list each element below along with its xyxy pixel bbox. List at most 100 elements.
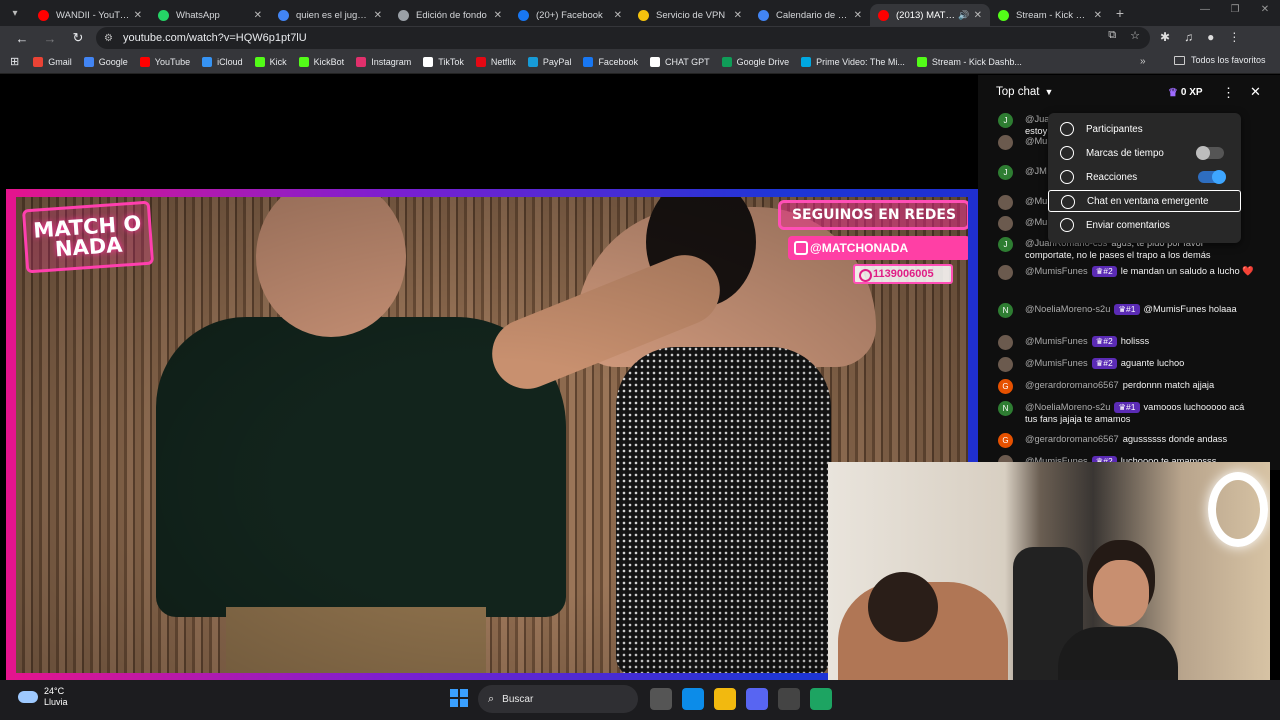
bookmark-item[interactable]: Facebook	[583, 56, 638, 67]
browser-tab[interactable]: quien es el jugador ✕	[270, 4, 390, 26]
all-favorites-folder[interactable]: Todos los favoritos	[1174, 55, 1266, 65]
chat-username[interactable]: @Mu	[1025, 196, 1047, 206]
start-button-icon[interactable]	[450, 689, 468, 707]
rank-badge: ♛#2	[1091, 336, 1117, 347]
chat-avatar[interactable]	[998, 335, 1013, 350]
profile-avatar[interactable]: ●	[1207, 30, 1214, 44]
discord-icon[interactable]	[746, 688, 768, 710]
tab-close-icon[interactable]: ✕	[254, 10, 262, 21]
chat-avatar[interactable]	[998, 265, 1013, 280]
match-o-nada-logo: MATCH O NADA	[21, 200, 155, 274]
browser-tab[interactable]: WANDII - YouTube ✕	[30, 4, 150, 26]
bookmark-label: CHAT GPT	[664, 56, 710, 67]
site-info-icon[interactable]: ⚙	[104, 33, 113, 44]
tab-close-icon[interactable]: ✕	[734, 10, 742, 21]
taskbar-search[interactable]: ⌕ Buscar	[478, 685, 638, 713]
close-window-icon[interactable]: ✕	[1250, 0, 1280, 26]
toggle-switch[interactable]	[1196, 146, 1224, 160]
chat-username[interactable]: @Mu	[1025, 217, 1047, 227]
bookmark-item[interactable]: Instagram	[356, 56, 411, 67]
chat-more-options-icon[interactable]: ⋮	[1222, 85, 1235, 101]
forward-icon[interactable]: →	[36, 31, 64, 46]
browser-tab[interactable]: Calendario de Google ✕	[750, 4, 870, 26]
install-app-icon[interactable]: ⧉	[1108, 29, 1116, 42]
file-explorer-icon[interactable]	[714, 688, 736, 710]
menu-item[interactable]: Participantes	[1048, 118, 1241, 140]
tab-close-icon[interactable]: ✕	[134, 10, 142, 21]
menu-item[interactable]: Chat en ventana emergente	[1048, 190, 1241, 212]
browser-tab[interactable]: (2013) MATCH 🔊 ✕	[870, 4, 990, 26]
menu-item[interactable]: Marcas de tiempo	[1048, 142, 1241, 164]
bookmark-item[interactable]: TikTok	[423, 56, 464, 67]
bookmark-item[interactable]: Stream - Kick Dashb...	[916, 56, 1022, 67]
chat-username[interactable]: @MumisFunes	[1025, 336, 1088, 346]
tab-close-icon[interactable]: ✕	[374, 10, 382, 21]
bookmark-item[interactable]: Prime Video: The Mi...	[801, 56, 905, 67]
chat-mode-selector[interactable]: Top chat ▼	[996, 86, 1053, 98]
chat-avatar[interactable]	[998, 216, 1013, 231]
bookmarks-overflow-icon[interactable]: »	[1140, 56, 1146, 67]
chat-username[interactable]: @gerardoromano6567	[1025, 380, 1119, 390]
bookmark-item[interactable]: Google	[83, 56, 128, 67]
chat-username[interactable]: @gerardoromano6567	[1025, 434, 1119, 444]
restore-icon[interactable]: ❐	[1220, 0, 1250, 26]
chat-avatar[interactable]	[998, 195, 1013, 210]
toggle-switch[interactable]	[1198, 170, 1226, 184]
chat-avatar[interactable]: J	[998, 237, 1013, 252]
browser-tab[interactable]: (20+) Facebook ✕	[510, 4, 630, 26]
browser-tab[interactable]: Edición de fondo ✕	[390, 4, 510, 26]
chat-username[interactable]: @NoeliaMoreno-s2u	[1025, 304, 1110, 314]
tab-favicon-icon	[638, 9, 649, 21]
bookmark-item[interactable]: CHAT GPT	[649, 56, 710, 67]
chat-username[interactable]: @JM	[1025, 166, 1047, 176]
tab-search-icon[interactable]: ▾	[0, 0, 30, 26]
bookmark-item[interactable]: YouTube	[139, 56, 190, 67]
chat-avatar[interactable]	[998, 135, 1013, 150]
tab-close-icon[interactable]: ✕	[854, 10, 862, 21]
tab-close-icon[interactable]: ✕	[1094, 10, 1102, 21]
menu-item[interactable]: Enviar comentarios	[1048, 214, 1241, 236]
bookmark-item[interactable]: Gmail	[33, 56, 72, 67]
bookmark-item[interactable]: iCloud	[202, 56, 243, 67]
menu-item[interactable]: Reacciones	[1048, 166, 1241, 188]
edge-icon[interactable]	[682, 688, 704, 710]
task-view-icon[interactable]	[650, 688, 672, 710]
steam-icon[interactable]	[778, 688, 800, 710]
chat-username[interactable]: @NoeliaMoreno-s2u	[1025, 402, 1110, 412]
media-control-icon[interactable]: ♫	[1184, 30, 1193, 44]
browser-tab[interactable]: Stream - Kick Dashboard ✕	[990, 4, 1110, 26]
extensions-icon[interactable]: ✱	[1160, 30, 1170, 44]
bookmark-item[interactable]: Netflix	[475, 56, 516, 67]
tab-close-icon[interactable]: ✕	[974, 10, 982, 21]
back-icon[interactable]: ←	[8, 31, 36, 46]
chat-avatar[interactable]: J	[998, 165, 1013, 180]
browser-menu-icon[interactable]: ⋮	[1228, 30, 1240, 44]
browser-tab[interactable]: WhatsApp ✕	[150, 4, 270, 26]
close-chat-icon[interactable]: ✕	[1250, 84, 1261, 100]
bookmark-item[interactable]: PayPal	[527, 56, 571, 67]
bookmark-item[interactable]: Kick	[254, 56, 287, 67]
new-tab-button[interactable]: +	[1110, 5, 1130, 21]
chat-avatar[interactable]: N	[998, 303, 1013, 318]
xp-badge[interactable]: ♛ 0 XP	[1168, 86, 1203, 99]
browser-tab[interactable]: Servicio de VPN ✕	[630, 4, 750, 26]
bookmark-star-icon[interactable]: ☆	[1130, 29, 1140, 42]
tab-close-icon[interactable]: ✕	[614, 10, 622, 21]
tab-close-icon[interactable]: ✕	[494, 10, 502, 21]
bookmark-item[interactable]: Google Drive	[721, 56, 789, 67]
apps-grid-icon[interactable]: ⊞	[10, 55, 19, 68]
tab-audio-icon[interactable]: 🔊	[958, 10, 969, 21]
chrome-icon[interactable]	[810, 688, 832, 710]
chat-avatar[interactable]: J	[998, 113, 1013, 128]
chat-avatar[interactable]: G	[998, 379, 1013, 394]
chat-avatar[interactable]: N	[998, 401, 1013, 416]
chat-avatar[interactable]: G	[998, 433, 1013, 448]
weather-widget[interactable]: 24°C Lluvia	[18, 686, 68, 708]
chat-avatar[interactable]	[998, 357, 1013, 372]
chat-username[interactable]: @MumisFunes	[1025, 266, 1088, 276]
address-bar[interactable]: ⚙ youtube.com/watch?v=HQW6p1pt7lU ⧉ ☆	[96, 27, 1150, 49]
reload-icon[interactable]: ↻	[64, 30, 92, 46]
minimize-icon[interactable]: —	[1190, 0, 1220, 26]
bookmark-item[interactable]: KickBot	[298, 56, 344, 67]
chat-username[interactable]: @MumisFunes	[1025, 358, 1088, 368]
